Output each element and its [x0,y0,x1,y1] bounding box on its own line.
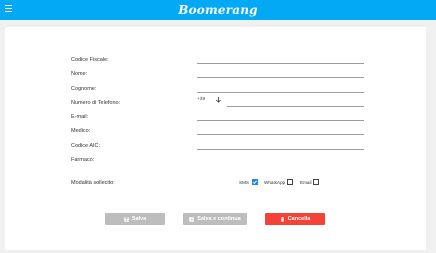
app-logo: Boomerang [178,3,258,17]
codice-fiscale-label: Codice Fiscale: [71,57,109,63]
medico-field[interactable] [197,134,364,135]
email-label: E-mail: [71,114,89,120]
email-checkbox[interactable] [313,179,319,185]
codice-aic-field[interactable] [197,149,364,150]
save-continue-icon [189,216,195,222]
save-and-continue-button[interactable]: Salva e continua [183,213,247,225]
nome-label: Nome: [71,71,88,77]
trash-icon [280,216,284,222]
save-button-label: Salva [131,216,147,222]
cancel-button-label: Cancella [287,216,311,222]
reminder-mode-label: Modalità sollecito: [71,180,115,186]
farmaco-label: Farmaco: [71,157,95,163]
country-prefix: +39 [197,97,206,102]
codice-fiscale-field[interactable] [197,63,364,64]
codice-aic-label: Codice AIC: [71,143,101,149]
cancel-button[interactable]: Cancella [265,213,325,225]
telefono-field[interactable] [227,106,364,107]
sms-option-label: SMS [239,180,249,185]
whatsapp-checkbox[interactable] [287,179,293,185]
medico-label: Medico: [71,128,91,134]
nome-field[interactable] [197,77,364,78]
telefono-label: Numero di Telefono: [71,100,121,106]
save-button[interactable]: Salva [105,213,165,225]
email-field[interactable] [197,120,364,121]
arrow-down-icon[interactable] [215,96,222,103]
whatsapp-option-label: WhatsApp [264,180,286,185]
app-header: Boomerang [0,0,436,20]
sms-checkbox[interactable] [252,179,258,185]
floppy-disk-icon [124,216,129,222]
cognome-label: Cognome: [71,86,97,92]
cognome-field[interactable] [197,92,364,93]
email-option-label: Email [300,180,312,185]
save-and-continue-label: Salva e continua [197,216,241,222]
